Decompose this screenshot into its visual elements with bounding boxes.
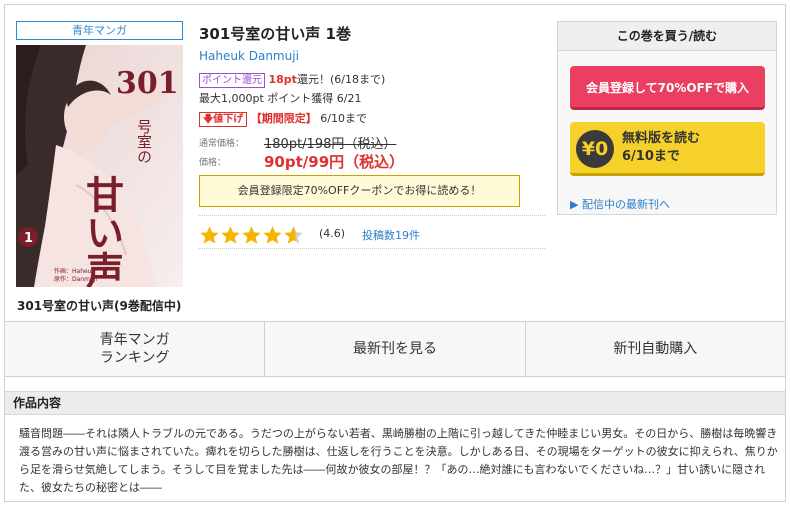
product-panel: 青年マンガ 301 号室の 甘い声 1 作画：Haheuk 原作：Danmuji…: [4, 4, 786, 502]
cover-credit-art: 作画：Haheuk: [54, 267, 95, 275]
divider: [199, 248, 545, 249]
discount-row: 🡇値下げ 【期間限定】 6/10まで: [199, 110, 367, 127]
point-reward-badge: ポイント還元: [199, 73, 265, 88]
rating-value: (4.6): [319, 227, 346, 240]
series-title[interactable]: 301号室の甘い声(9巻配信中): [17, 297, 181, 314]
cover-volume-number: 1: [24, 231, 33, 246]
buy-panel-header: この巻を買う/読む: [558, 22, 776, 51]
genre-tag[interactable]: 青年マンガ: [16, 21, 183, 40]
point-amount: 18pt: [268, 73, 297, 86]
divider: [199, 215, 545, 216]
action-menu: 青年マンガ ランキング 最新刊を見る 新刊自動購入: [5, 321, 785, 377]
description-text: 騒音問題――それは隣人トラブルの元である。うだつの上がらない若者、黒崎勝樹の上階…: [19, 427, 778, 494]
star-icon: [263, 226, 282, 244]
latest-volume-button[interactable]: 最新刊を見る: [265, 322, 526, 376]
point-reward-row: ポイント還元 18pt還元！(6/18まで): [199, 71, 385, 88]
star-icon: [200, 226, 219, 244]
limited-time-label: 【期間限定】: [250, 112, 317, 125]
description-heading: 作品内容: [5, 391, 785, 415]
price-down-badge: 🡇値下げ: [199, 112, 248, 127]
down-arrow-icon: 🡇: [203, 114, 214, 125]
cover-title-number: 301: [116, 66, 179, 101]
free-read-line2: 6/10まで: [622, 149, 680, 164]
cover-credit-story: 原作：Danmuji: [54, 275, 97, 283]
coupon-banner[interactable]: 会員登録限定70%OFFクーポンでお得に読める！: [199, 175, 520, 207]
discount-until: 6/10まで: [320, 112, 367, 125]
free-read-label: 無料版を読む 6/10まで: [622, 130, 700, 166]
free-read-button[interactable]: ¥0 無料版を読む 6/10まで: [570, 122, 765, 176]
ranking-button[interactable]: 青年マンガ ランキング: [5, 322, 266, 376]
review-count-link[interactable]: 投稿数19件: [362, 227, 420, 243]
sale-price-label: 価格：: [199, 158, 227, 168]
star-rating: [199, 224, 304, 246]
ranking-line2: ランキング: [99, 350, 170, 366]
cover-title-line2: 号室の: [135, 119, 153, 164]
point-suffix: 還元！(6/18まで): [296, 73, 386, 86]
sale-price: 90pt/99円（税込）: [264, 153, 405, 171]
star-icon: [221, 226, 240, 244]
book-title: 301号室の甘い声 1巻: [199, 25, 351, 43]
star-icon: [242, 226, 261, 244]
buy-panel: この巻を買う/読む 会員登録して70%OFFで購入 ¥0 無料版を読む 6/10…: [557, 21, 777, 215]
register-discount-button[interactable]: 会員登録して70%OFFで購入: [570, 66, 765, 110]
yen-zero-icon: ¥0: [576, 130, 614, 168]
auto-purchase-button[interactable]: 新刊自動購入: [526, 322, 785, 376]
normal-price: 180pt/198円（税込）: [264, 137, 397, 152]
half-star-icon: [284, 226, 303, 244]
price-down-label: 値下げ: [213, 114, 244, 125]
free-read-line1: 無料版を読む: [622, 131, 701, 146]
max-point-row: 最大1,000pt ポイント獲得 6/21: [199, 92, 362, 105]
book-cover-image[interactable]: 301 号室の 甘い声 1 作画：Haheuk 原作：Danmuji: [16, 45, 183, 287]
latest-volume-link[interactable]: ▶ 配信中の最新刊へ: [570, 196, 670, 212]
author-link[interactable]: Haheuk Danmuji: [199, 49, 299, 63]
ranking-line1: 青年マンガ: [99, 332, 170, 348]
normal-price-label: 通常価格：: [199, 139, 245, 149]
